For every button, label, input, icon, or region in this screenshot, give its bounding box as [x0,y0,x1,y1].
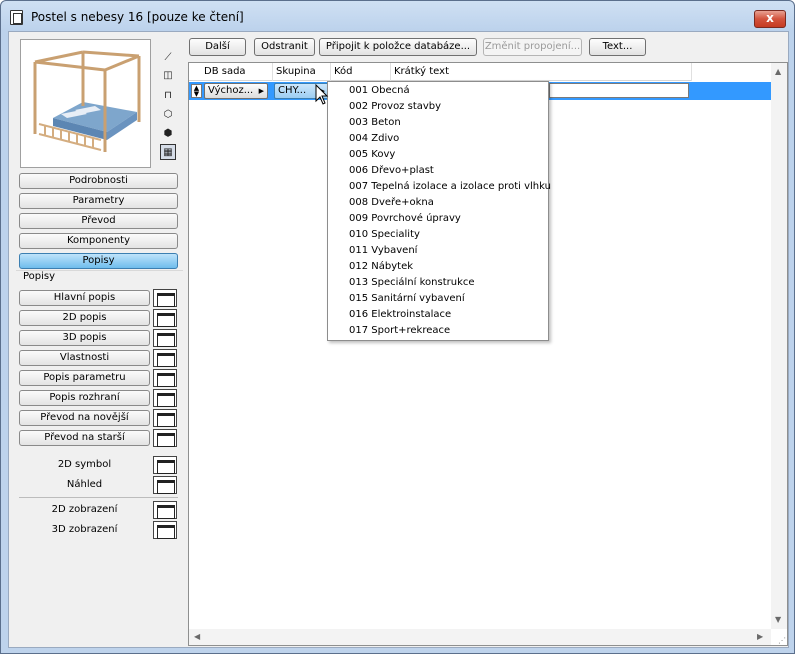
menu-item[interactable]: 008 Dveře+okna [349,195,434,211]
filmstrip-icon[interactable]: ▦ [160,144,176,160]
solid-box-icon[interactable]: ⬢ [160,126,176,142]
menu-item[interactable]: 003 Beton [349,115,401,131]
menu-item[interactable]: 004 Zdivo [349,131,399,147]
scroll-down-icon[interactable]: ▼ [775,615,781,624]
popis-parametru-button[interactable]: Popis parametru [19,370,150,386]
short-text-field[interactable] [549,83,689,98]
separator [19,497,178,498]
window-icon[interactable] [153,369,177,387]
2d-zobrazeni-label: 2D zobrazení [51,504,118,515]
db-set-popup[interactable]: Výchoz... ▶ [204,83,268,99]
window-icon[interactable] [153,476,177,494]
group-value: CHY... [278,85,307,96]
close-button[interactable]: x [754,10,786,28]
document-icon [10,10,23,25]
nav-prevod-button[interactable]: Převod [19,213,178,229]
nav-parametry-button[interactable]: Parametry [19,193,178,209]
next-button[interactable]: Další [189,38,246,56]
window-icon[interactable] [153,429,177,447]
column-header-kod[interactable]: Kód [331,63,391,81]
nav-komponenty-button[interactable]: Komponenty [19,233,178,249]
menu-item[interactable]: 016 Elektroinstalace [349,307,451,323]
menu-item[interactable]: 006 Dřevo+plast [349,163,434,179]
menu-item[interactable]: 015 Sanitární vybavení [349,291,465,307]
resize-grip-icon[interactable]: ⋰ [778,636,786,645]
menu-item[interactable]: 005 Kovy [349,147,395,163]
3d-popis-button[interactable]: 3D popis [19,330,150,346]
menu-item[interactable]: 001 Obecná [349,83,410,99]
group-dropdown-menu: 001 Obecná 002 Provoz stavby 003 Beton 0… [327,81,551,341]
menu-item[interactable]: 013 Speciální konstrukce [349,275,475,291]
column-header-skupina[interactable]: Skupina [273,63,331,81]
window-icon[interactable] [153,349,177,367]
box-icon[interactable]: ⬡ [160,107,176,123]
scroll-up-icon[interactable]: ▲ [775,67,781,76]
vertical-scrollbar[interactable]: ▲ ▼ [771,63,787,629]
horizontal-scrollbar[interactable]: ◀ ▶ [189,629,771,645]
triangle-right-icon: ▶ [258,87,264,95]
popis-rozhrani-button[interactable]: Popis rozhraní [19,390,150,406]
nahled-label: Náhled [66,479,103,490]
menu-item[interactable]: 010 Speciality [349,227,420,243]
prevod-na-novejsi-button[interactable]: Převod na novější [19,410,150,426]
object-preview [20,39,151,168]
dialog-window: Postel s nebesy 16 [pouze ke čtení] x ⟋ … [0,0,795,654]
column-header-db-sada[interactable]: DB sada [201,63,273,81]
canopy-bed-image [21,40,150,167]
menu-item[interactable]: 017 Sport+rekreace [349,323,450,339]
vlastnosti-button[interactable]: Vlastnosti [19,350,150,366]
prevod-na-starsi-button[interactable]: Převod na starší [19,430,150,446]
window-icon[interactable] [153,521,177,539]
db-set-value: Výchoz... [208,85,254,96]
scroll-right-icon[interactable]: ▶ [757,632,763,641]
window-icon[interactable] [153,309,177,327]
3d-zobrazeni-label: 3D zobrazení [51,524,118,535]
title-bar[interactable]: Postel s nebesy 16 [pouze ke čtení] x [1,1,794,31]
2d-popis-button[interactable]: 2D popis [19,310,150,326]
menu-item[interactable]: 002 Provoz stavby [349,99,441,115]
nav-popisy-button[interactable]: Popisy [19,253,178,269]
change-link-button[interactable]: Změnit propojení... [483,38,582,56]
text-button[interactable]: Text... [589,38,646,56]
popisy-group-label: Popisy [23,271,56,282]
nav-podrobnosti-button[interactable]: Podrobnosti [19,173,178,189]
window-icon[interactable] [153,501,177,519]
window-icon[interactable] [153,409,177,427]
menu-item[interactable]: 009 Povrchové úpravy [349,211,461,227]
menu-item[interactable]: 007 Tepelná izolace a izolace proti vlhk… [349,179,551,195]
remove-button[interactable]: Odstranit [254,38,315,56]
table-header: DB sada Skupina Kód Krátký text [189,63,692,81]
window-icon[interactable] [153,456,177,474]
window-icon[interactable] [153,329,177,347]
mouse-pointer-icon [315,84,329,105]
menu-item[interactable]: 011 Vybavení [349,243,417,259]
2d-symbol-label: 2D symbol [57,459,112,470]
window-icon[interactable] [153,389,177,407]
scroll-left-icon[interactable]: ◀ [194,632,200,641]
row-reorder-icon[interactable]: ▲ ▼ [191,84,202,98]
menu-item[interactable]: 012 Nábytek [349,259,413,275]
3d-axis-icon[interactable]: ⟋ [160,50,176,66]
hlavni-popis-button[interactable]: Hlavní popis [19,290,150,306]
column-header-kratky-text[interactable]: Krátký text [391,63,692,81]
table-view-icon[interactable]: ⊓ [160,88,176,104]
window-icon[interactable] [153,289,177,307]
attach-database-button[interactable]: Připojit k položce databáze... [319,38,477,56]
window-title: Postel s nebesy 16 [pouze ke čtení] [31,10,244,24]
top-view-icon[interactable]: ◫ [160,68,176,84]
